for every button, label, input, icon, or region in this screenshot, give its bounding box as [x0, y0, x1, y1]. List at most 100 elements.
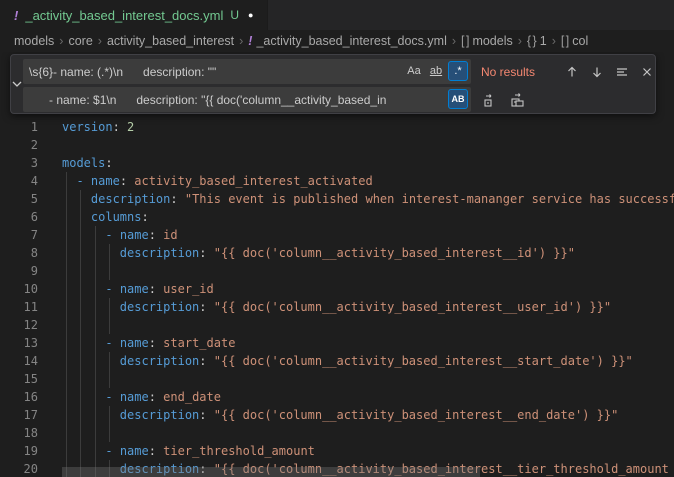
breadcrumb-item-1[interactable]: { }1 — [527, 34, 547, 48]
line-number: 14 — [0, 352, 38, 370]
line-number: 7 — [0, 226, 38, 244]
indent-guide — [80, 370, 81, 388]
line-number: 3 — [0, 154, 38, 172]
breadcrumb-label: _activity_based_interest_docs.yml — [256, 34, 446, 48]
breadcrumb-separator-icon: › — [452, 34, 456, 48]
code-text: - name: start_date — [62, 334, 235, 352]
symbol-icon: [ ] — [561, 34, 568, 48]
code-text: - name: tier_threshold_amount — [62, 442, 315, 460]
indent-guide — [95, 334, 96, 352]
breadcrumb-item--activity-based-interest-docs-yml[interactable]: ! _activity_based_interest_docs.yml — [248, 34, 447, 48]
indent-guide — [80, 244, 81, 262]
indent-guide — [66, 298, 67, 316]
indent-guide — [95, 262, 96, 280]
indent-guide — [95, 298, 96, 316]
code-line[interactable]: 14 description: "{{ doc('column__activit… — [0, 352, 674, 370]
indent-guide — [95, 370, 96, 388]
preserve-case-icon[interactable]: AB — [448, 89, 468, 109]
indent-guide — [95, 406, 96, 424]
code-line[interactable]: 9 — [0, 262, 674, 280]
code-line[interactable]: 18 — [0, 424, 674, 442]
find-in-selection-button[interactable] — [611, 61, 633, 83]
yaml-warning-icon: ! — [248, 34, 252, 48]
arrow-up-icon — [565, 65, 579, 79]
symbol-icon: [ ] — [461, 34, 468, 48]
indent-guide — [66, 226, 67, 244]
code-line[interactable]: 7 - name: id — [0, 226, 674, 244]
code-line[interactable]: 8 description: "{{ doc('column__activity… — [0, 244, 674, 262]
indent-guide — [95, 442, 96, 460]
replace-icon — [482, 92, 498, 108]
regex-icon[interactable]: .* — [448, 61, 468, 81]
breadcrumb-item-activity-based-interest[interactable]: activity_based_interest — [107, 34, 234, 48]
indent-guide — [66, 280, 67, 298]
code-text: columns: — [62, 208, 149, 226]
toggle-replace-button[interactable] — [11, 55, 23, 113]
indent-guide — [109, 298, 110, 316]
indent-guide — [109, 424, 110, 442]
close-find-button[interactable] — [636, 61, 658, 83]
indent-guide — [95, 424, 96, 442]
find-previous-button[interactable] — [561, 61, 583, 83]
code-text: - name: activity_based_interest_activate… — [62, 172, 373, 190]
code-line[interactable]: 16 - name: end_date — [0, 388, 674, 406]
line-number: 17 — [0, 406, 38, 424]
breadcrumb-item-models[interactable]: [ ]models — [461, 34, 513, 48]
horizontal-scrollbar[interactable] — [62, 467, 480, 477]
replace-button[interactable] — [479, 89, 501, 111]
indent-guide — [80, 352, 81, 370]
yaml-warning-icon: ! — [14, 8, 18, 23]
dirty-indicator-icon[interactable]: ● — [248, 10, 253, 20]
code-area[interactable]: 1version: 223models:4 - name: activity_b… — [0, 118, 674, 477]
code-line[interactable]: 5 description: "This event is published … — [0, 190, 674, 208]
code-line[interactable]: 17 description: "{{ doc('column__activit… — [0, 406, 674, 424]
indent-guide — [80, 226, 81, 244]
indent-guide — [80, 424, 81, 442]
breadcrumb-label: activity_based_interest — [107, 34, 234, 48]
line-number: 19 — [0, 442, 38, 460]
indent-guide — [66, 172, 67, 190]
code-line[interactable]: 11 description: "{{ doc('column__activit… — [0, 298, 674, 316]
indent-guide — [109, 406, 110, 424]
indent-guide — [66, 406, 67, 424]
indent-guide — [66, 316, 67, 334]
breadcrumb-separator-icon: › — [59, 34, 63, 48]
match-case-icon[interactable]: Aa — [404, 61, 424, 81]
line-number: 5 — [0, 190, 38, 208]
breadcrumb-label: 1 — [540, 34, 547, 48]
code-text: - name: id — [62, 226, 178, 244]
code-line[interactable]: 19 - name: tier_threshold_amount — [0, 442, 674, 460]
code-line[interactable]: 3models: — [0, 154, 674, 172]
breadcrumb-item-models[interactable]: models — [14, 34, 54, 48]
breadcrumb: models › core › activity_based_interest ›! _ac… — [0, 30, 674, 52]
line-number: 15 — [0, 370, 38, 388]
replace-input[interactable] — [23, 87, 471, 112]
code-line[interactable]: 10 - name: user_id — [0, 280, 674, 298]
code-line[interactable]: 13 - name: start_date — [0, 334, 674, 352]
replace-row: AB — [23, 87, 658, 112]
line-number: 8 — [0, 244, 38, 262]
find-widget-body: Aa ab .* No results — [23, 55, 662, 113]
replace-all-button[interactable] — [507, 89, 529, 111]
breadcrumb-item-core[interactable]: core — [68, 34, 92, 48]
editor-pane[interactable]: Aa ab .* No results — [0, 52, 674, 477]
indent-guide — [109, 370, 110, 388]
indent-guide — [80, 316, 81, 334]
breadcrumb-separator-icon: › — [518, 34, 522, 48]
indent-guide — [80, 208, 81, 226]
code-line[interactable]: 1version: 2 — [0, 118, 674, 136]
editor-tab[interactable]: ! _activity_based_interest_docs.yml U ● — [0, 0, 268, 30]
breadcrumb-separator-icon: › — [239, 34, 243, 48]
indent-guide — [66, 442, 67, 460]
breadcrumb-item-col[interactable]: [ ]col — [561, 34, 588, 48]
code-line[interactable]: 6 columns: — [0, 208, 674, 226]
code-line[interactable]: 15 — [0, 370, 674, 388]
code-line[interactable]: 4 - name: activity_based_interest_activa… — [0, 172, 674, 190]
code-line[interactable]: 12 — [0, 316, 674, 334]
code-line[interactable]: 2 — [0, 136, 674, 154]
find-next-button[interactable] — [586, 61, 608, 83]
indent-guide — [66, 370, 67, 388]
line-number: 13 — [0, 334, 38, 352]
indent-guide — [95, 388, 96, 406]
whole-word-icon[interactable]: ab — [426, 61, 446, 81]
